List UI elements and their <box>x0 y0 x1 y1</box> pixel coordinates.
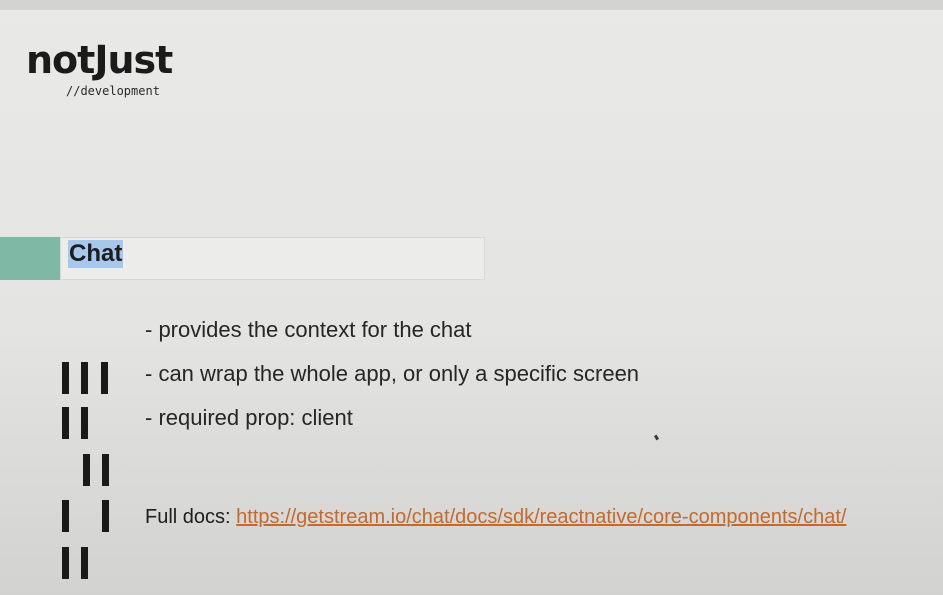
accent-block <box>0 237 60 280</box>
docs-link[interactable]: https://getstream.io/chat/docs/sdk/react… <box>236 506 846 528</box>
decor-bar <box>62 407 69 439</box>
decor-bar <box>62 547 69 579</box>
decor-bar <box>83 454 90 486</box>
logo-wordmark: notJust <box>26 38 173 82</box>
docs-label: Full docs: <box>145 506 237 528</box>
notjust-logo: notJust //development <box>26 38 226 108</box>
section-header: Chat <box>0 237 485 280</box>
decor-bar <box>102 454 109 486</box>
logo-tagline: //development <box>66 84 160 98</box>
docs-paragraph: Full docs: https://getstream.io/chat/doc… <box>145 506 925 528</box>
decor-bar <box>62 362 69 394</box>
decorative-bars <box>58 360 118 595</box>
section-title-box[interactable]: Chat <box>60 237 485 280</box>
decor-bar <box>81 362 88 394</box>
bullet-item: - can wrap the whole app, or only a spec… <box>145 361 640 386</box>
bullet-item: - provides the context for the chat <box>145 317 472 342</box>
section-title[interactable]: Chat <box>68 240 124 268</box>
slide-top-bar <box>0 0 943 10</box>
decor-bar <box>102 500 109 532</box>
decor-bar <box>62 500 69 532</box>
decor-bar <box>81 547 88 579</box>
bullet-list: - provides the context for the chat - ca… <box>145 308 639 440</box>
bullet-item: - required prop: client <box>145 405 353 430</box>
mouse-pointer-icon <box>653 434 660 441</box>
decor-bar <box>81 407 88 439</box>
decor-bar <box>101 362 108 394</box>
